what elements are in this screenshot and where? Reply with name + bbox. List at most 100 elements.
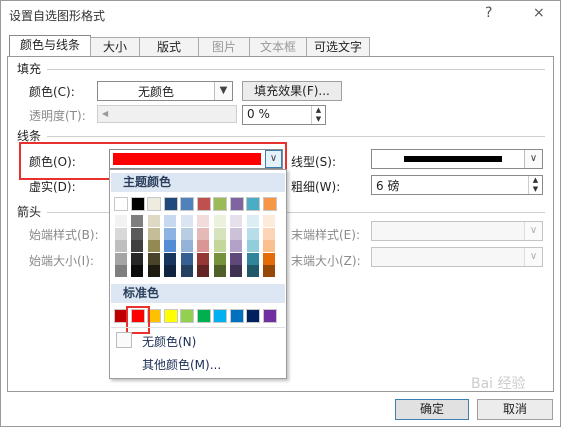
theme-shade-swatch[interactable] (131, 215, 143, 227)
begin-size-label: 始端大小(I): (29, 254, 94, 268)
theme-shade-swatch[interactable] (114, 265, 127, 278)
theme-colors-header: 主题颜色 (111, 173, 285, 192)
line-style-label: 线型(S): (291, 155, 337, 169)
theme-shade-swatch[interactable] (246, 265, 259, 278)
theme-shade-swatch[interactable] (114, 252, 127, 265)
theme-color-swatch[interactable] (130, 197, 145, 211)
theme-shade-swatch[interactable] (180, 252, 193, 265)
fill-color-combo[interactable]: 无颜色 ▼ (97, 81, 233, 101)
end-size-combo[interactable]: ∨ (371, 247, 543, 267)
spinner-arrows-icon[interactable]: ▲ ▼ (311, 106, 325, 124)
theme-shade-swatch[interactable] (246, 227, 259, 240)
standard-color-swatch[interactable] (246, 309, 260, 323)
theme-shade-swatch[interactable] (114, 215, 127, 227)
theme-shade-swatch[interactable] (230, 215, 242, 227)
theme-shade-swatch[interactable] (147, 240, 160, 253)
no-color-option[interactable]: 无颜色(N) (142, 333, 196, 350)
chevron-down-icon[interactable]: ▼ (214, 82, 232, 100)
standard-color-swatch[interactable] (213, 309, 227, 323)
theme-color-swatch[interactable] (262, 197, 277, 211)
standard-color-swatch[interactable] (262, 309, 277, 323)
theme-color-swatch[interactable] (147, 197, 161, 211)
chevron-down-icon[interactable]: ∨ (524, 248, 542, 266)
standard-color-swatch[interactable] (163, 309, 178, 323)
tab-size[interactable]: 大小 (90, 37, 140, 56)
fill-effects-button[interactable]: 填充效果(F)... (242, 81, 342, 101)
theme-shade-swatch[interactable] (147, 265, 160, 278)
standard-color-swatch[interactable] (196, 309, 211, 323)
end-style-combo[interactable]: ∨ (371, 221, 543, 241)
theme-shade-swatch[interactable] (263, 227, 275, 240)
theme-color-swatch[interactable] (180, 197, 194, 211)
theme-shade-swatch[interactable] (213, 227, 226, 240)
line-style-combo[interactable]: ∨ (371, 149, 543, 169)
tab-textbox[interactable]: 文本框 (249, 37, 307, 56)
standard-color-swatch[interactable] (229, 309, 244, 323)
tab-colors-lines[interactable]: 颜色与线条 (9, 35, 91, 57)
chevron-down-icon[interactable]: ∨ (524, 222, 542, 240)
theme-shade-swatch[interactable] (131, 265, 143, 278)
theme-color-swatch[interactable] (114, 197, 128, 211)
theme-shade-swatch[interactable] (230, 265, 242, 278)
theme-shade-swatch[interactable] (131, 252, 143, 265)
theme-shade-swatch[interactable] (213, 215, 226, 227)
theme-shade-swatch[interactable] (147, 252, 160, 265)
theme-shade-swatch[interactable] (147, 215, 160, 227)
theme-shade-swatch[interactable] (246, 252, 259, 265)
theme-shade-swatch[interactable] (180, 265, 193, 278)
theme-shade-swatch[interactable] (246, 215, 259, 227)
theme-shade-swatch[interactable] (164, 240, 176, 253)
theme-shade-swatch[interactable] (197, 215, 209, 227)
theme-shade-swatch[interactable] (164, 252, 176, 265)
theme-shade-swatch[interactable] (197, 227, 209, 240)
theme-color-swatch[interactable] (196, 197, 211, 211)
theme-shade-swatch[interactable] (197, 240, 209, 253)
theme-shade-swatch[interactable] (213, 252, 226, 265)
theme-color-swatch[interactable] (213, 197, 227, 211)
tab-layout[interactable]: 版式 (139, 37, 199, 56)
theme-shade-swatch[interactable] (131, 240, 143, 253)
ok-button[interactable]: 确定 (395, 399, 469, 420)
help-button[interactable]: ? (485, 5, 492, 21)
watermark: Bai 经验 (471, 376, 526, 392)
dialog-title: 设置自选图形格式 (9, 9, 106, 23)
theme-color-swatch[interactable] (229, 197, 244, 211)
chevron-down-icon[interactable]: ∨ (524, 150, 542, 168)
theme-shade-swatch[interactable] (213, 240, 226, 253)
transparency-spinner[interactable]: 0 % ▲ ▼ (242, 105, 326, 125)
theme-shade-swatch[interactable] (164, 227, 176, 240)
spinner-arrows-icon[interactable]: ▲ ▼ (528, 176, 542, 194)
theme-shade-swatch[interactable] (164, 215, 176, 227)
theme-shade-swatch[interactable] (230, 227, 242, 240)
theme-shade-swatch[interactable] (180, 215, 193, 227)
cancel-button[interactable]: 取消 (477, 399, 553, 420)
line-weight-spinner[interactable]: 6 磅 ▲ ▼ (371, 175, 543, 195)
theme-shade-swatch[interactable] (197, 252, 209, 265)
theme-shade-swatch[interactable] (263, 252, 275, 265)
theme-shade-swatch[interactable] (114, 240, 127, 253)
close-button[interactable]: × (533, 5, 545, 21)
theme-shade-swatch[interactable] (180, 240, 193, 253)
theme-shade-swatch[interactable] (246, 240, 259, 253)
theme-shade-swatch[interactable] (197, 265, 209, 278)
theme-shade-swatch[interactable] (164, 265, 176, 278)
theme-color-swatch[interactable] (246, 197, 260, 211)
fill-divider (47, 69, 545, 70)
theme-shade-swatch[interactable] (263, 240, 275, 253)
theme-shade-swatch[interactable] (114, 227, 127, 240)
more-colors-option[interactable]: 其他颜色(M)... (142, 356, 221, 373)
theme-color-swatch[interactable] (163, 197, 178, 211)
theme-shade-swatch[interactable] (263, 215, 275, 227)
theme-shade-swatch[interactable] (230, 252, 242, 265)
tab-alt-text[interactable]: 可选文字 (306, 37, 370, 56)
standard-color-swatch[interactable] (180, 309, 194, 323)
theme-shade-swatch[interactable] (263, 265, 275, 278)
theme-shade-swatch[interactable] (180, 227, 193, 240)
transparency-slider[interactable]: ◀ (97, 105, 237, 123)
tab-picture[interactable]: 图片 (198, 37, 250, 56)
theme-shade-swatch[interactable] (230, 240, 242, 253)
line-style-preview (404, 156, 502, 162)
theme-shade-swatch[interactable] (131, 227, 143, 240)
theme-shade-swatch[interactable] (213, 265, 226, 278)
theme-shade-swatch[interactable] (147, 227, 160, 240)
